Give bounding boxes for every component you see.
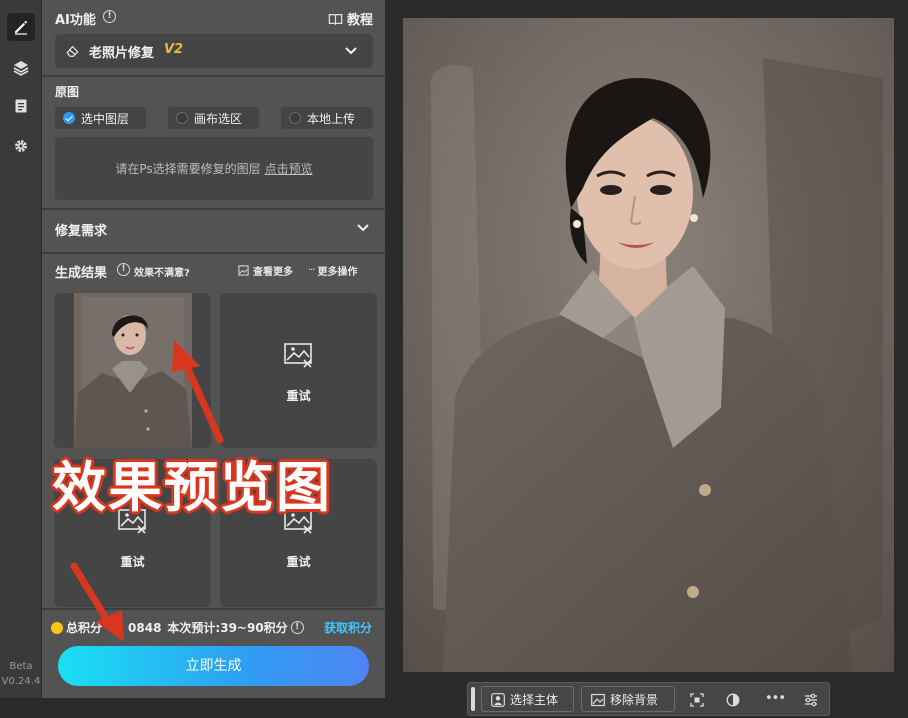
- source-option-local-upload[interactable]: 本地上传: [281, 107, 373, 129]
- preview-link[interactable]: 点击预览: [265, 160, 313, 177]
- chevron-down-icon: [345, 47, 357, 55]
- repair-needs-chevron-icon[interactable]: [357, 224, 369, 232]
- arrow-up-head: [172, 340, 200, 372]
- get-credits-link[interactable]: 获取积分: [324, 619, 372, 636]
- section-divider: [42, 208, 386, 210]
- tutorial-label: 教程: [347, 13, 374, 28]
- results-label: 生成结果: [55, 266, 108, 281]
- generate-button[interactable]: 立即生成: [58, 646, 369, 686]
- preview-hint: 请在Ps选择需要修复的图层: [115, 162, 261, 176]
- radio-unchecked-icon: [176, 112, 188, 124]
- result-tile-retry[interactable]: 重试: [220, 293, 377, 448]
- sliders-icon[interactable]: [804, 693, 818, 707]
- source-option-selected-layer[interactable]: 选中图层: [55, 107, 146, 129]
- source-option-label: 本地上传: [307, 111, 356, 126]
- estimate-info-icon[interactable]: !: [290, 621, 304, 634]
- frame-select-icon[interactable]: [690, 693, 704, 707]
- feature-version-badge: V2: [164, 42, 184, 57]
- feature-dropdown[interactable]: 老照片修复 V2: [55, 34, 373, 68]
- ai-feature-label: AI功能: [55, 13, 96, 28]
- info-icon[interactable]: !: [103, 10, 116, 23]
- contextual-taskbar: 选择主体 移除背景 •••: [467, 682, 830, 716]
- section-divider: [42, 252, 386, 254]
- more-actions-label: 更多操作: [317, 267, 358, 278]
- remove-background-button[interactable]: 移除背景: [581, 686, 675, 712]
- retry-label: 重试: [286, 555, 311, 569]
- unsatisfied-link[interactable]: 效果不满意?: [134, 264, 190, 279]
- source-preview-box: 请在Ps选择需要修复的图层 点击预览: [55, 137, 373, 200]
- view-more-label: 查看更多: [253, 267, 293, 278]
- annotation-text: 效果预览图: [52, 456, 332, 519]
- more-actions-button[interactable]: ··· 更多操作: [308, 263, 358, 278]
- pen-icon[interactable]: [7, 13, 35, 41]
- radio-unchecked-icon: [289, 112, 301, 124]
- select-subject-label: 选择主体: [510, 692, 559, 707]
- radio-checked-icon: [63, 112, 75, 124]
- portrait-image: [403, 18, 894, 672]
- retry-label: 重试: [286, 389, 311, 403]
- source-option-label: 选中图层: [81, 111, 130, 126]
- landscape-icon: [591, 693, 605, 707]
- tutorial-link[interactable]: 教程: [328, 9, 373, 28]
- layers-icon[interactable]: [7, 54, 35, 82]
- select-subject-button[interactable]: 选择主体: [481, 686, 574, 712]
- repair-needs-label: 修复需求: [55, 224, 108, 239]
- source-option-label: 画布选区: [194, 111, 243, 126]
- version-label: V0.24.4: [1, 676, 41, 687]
- person-icon: [491, 693, 505, 707]
- eraser-icon: [66, 45, 79, 57]
- book-icon: [328, 13, 343, 25]
- canvas-photo: [403, 18, 894, 672]
- gear-icon[interactable]: [7, 132, 35, 160]
- left-toolbar: Beta V0.24.4: [0, 0, 42, 698]
- notes-icon[interactable]: [7, 92, 35, 120]
- source-option-canvas-selection[interactable]: 画布选区: [168, 107, 259, 129]
- section-divider: [42, 75, 386, 77]
- app-window: Beta V0.24.4 AI功能 ! 教程 老照片修复 V2 原图 选中图层 …: [0, 0, 908, 718]
- warning-icon: !: [117, 263, 130, 276]
- drag-handle[interactable]: [471, 687, 475, 711]
- beta-label: Beta: [9, 661, 33, 672]
- remove-bg-label: 移除背景: [610, 692, 659, 707]
- selected-feature: 老照片修复: [89, 46, 155, 61]
- gallery-icon: [238, 265, 249, 276]
- image-error-icon: [284, 343, 312, 368]
- adjustment-icon[interactable]: [726, 693, 740, 707]
- arrow-up-shaft: [180, 356, 224, 444]
- arrow-down-shaft: [70, 562, 114, 629]
- more-options-icon[interactable]: •••: [765, 691, 786, 706]
- view-more-button[interactable]: 查看更多: [238, 263, 293, 278]
- source-label: 原图: [55, 85, 80, 99]
- ellipsis-icon: ···: [308, 265, 315, 276]
